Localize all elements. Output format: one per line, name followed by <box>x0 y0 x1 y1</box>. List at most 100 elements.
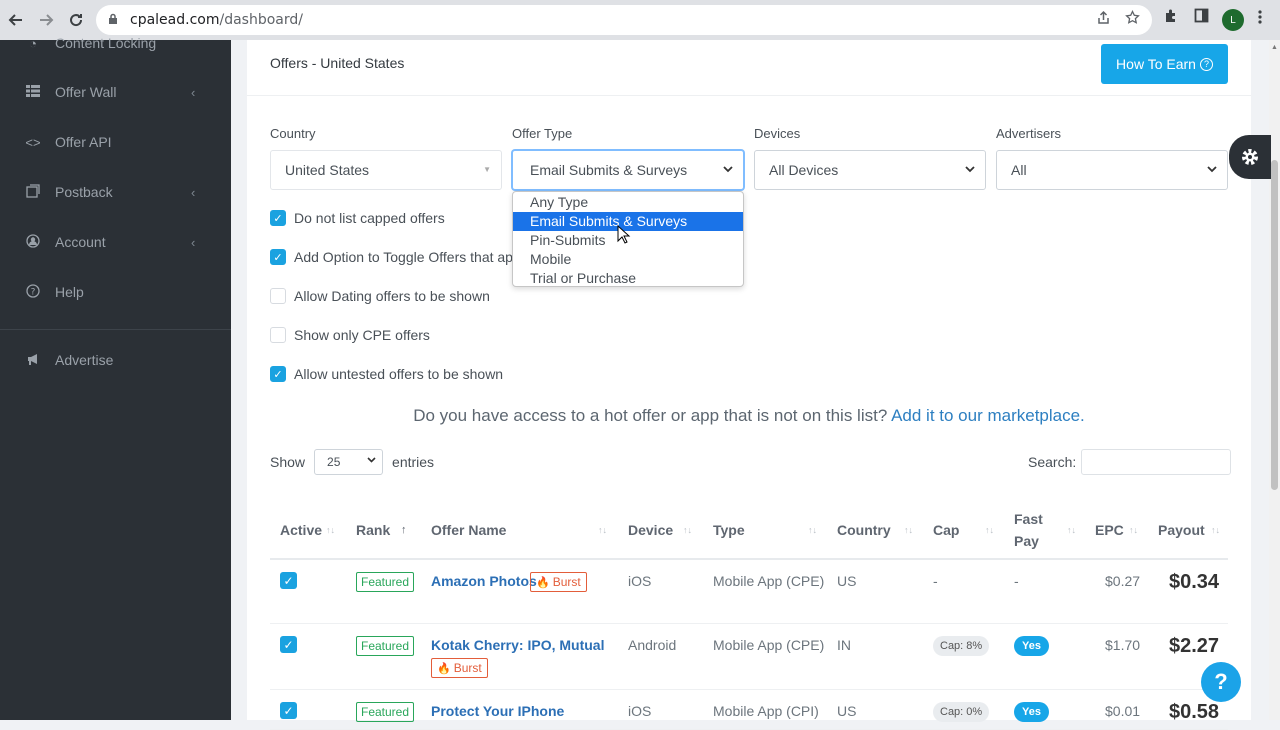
advertisers-select[interactable]: All <box>996 150 1228 190</box>
col-fast-pay[interactable]: Fast Pay <box>1014 502 1043 558</box>
address-bar[interactable]: cpalead.com/dashboard/ <box>96 5 1152 35</box>
col-cap[interactable]: Cap <box>933 502 959 558</box>
cap-badge: Cap: 0% <box>933 702 990 722</box>
checkbox-checked[interactable]: ✓ <box>270 366 286 382</box>
offer-name-link[interactable]: Protect Your IPhone <box>431 703 564 719</box>
offer-name-link[interactable]: Kotak Cherry: IPO, Mutual <box>431 637 604 653</box>
device-cell: iOS <box>628 703 652 719</box>
col-device[interactable]: Device <box>628 502 673 558</box>
extensions-puzzle-icon[interactable] <box>1163 8 1179 29</box>
col-payout[interactable]: Payout <box>1158 502 1205 558</box>
sidebar-item-content-locking[interactable]: ◔ Content Locking <box>0 23 231 63</box>
user-icon <box>25 233 41 251</box>
country-label: Country <box>270 126 316 141</box>
col-type[interactable]: Type <box>713 502 745 558</box>
bookmark-star-icon[interactable] <box>1125 9 1140 30</box>
sidebar-item-offer-api[interactable]: <> Offer API <box>0 122 231 162</box>
sidebar-item-account[interactable]: Account ‹ <box>0 222 231 262</box>
mouse-cursor-icon <box>617 224 631 250</box>
option-any-type[interactable]: Any Type <box>513 193 743 212</box>
checkbox-unchecked[interactable] <box>270 327 286 343</box>
settings-gear-icon[interactable] <box>1229 135 1271 179</box>
option-cpe-only[interactable]: Show only CPE offers <box>270 325 430 345</box>
offer-type-select[interactable]: Email Submits & Surveys <box>512 150 744 190</box>
option-no-capped[interactable]: ✓ Do not list capped offers <box>270 208 445 228</box>
how-to-earn-button[interactable]: How To Earn ? <box>1101 44 1228 84</box>
question-circle-icon: ? <box>1199 57 1213 71</box>
browser-menu-icon[interactable] <box>1258 9 1262 30</box>
cap-cell: - <box>933 573 938 589</box>
sidebar-item-postback[interactable]: Postback ‹ <box>0 172 231 212</box>
list-icon <box>25 84 41 100</box>
flame-icon: 🔥 <box>536 576 550 589</box>
marketplace-link[interactable]: Add it to our marketplace. <box>891 406 1085 425</box>
scroll-up-arrow-icon[interactable]: ▲ <box>1271 44 1278 51</box>
entries-length-control: Show 25 entries <box>270 449 434 475</box>
fast-pay-cell: - <box>1014 573 1019 589</box>
chevron-down-icon <box>723 162 733 176</box>
col-epc[interactable]: EPC <box>1095 502 1124 558</box>
country-cell: US <box>837 573 857 589</box>
checkbox-checked[interactable]: ✓ <box>270 249 286 265</box>
checkbox-checked[interactable]: ✓ <box>270 210 286 226</box>
sort-icon: ↑↓ <box>598 525 607 535</box>
row-active-checkbox[interactable]: ✓ <box>280 702 297 719</box>
col-offer-name[interactable]: Offer Name <box>431 502 506 558</box>
devices-label: Devices <box>754 126 801 141</box>
profile-avatar[interactable]: L <box>1222 9 1244 31</box>
entries-select[interactable]: 25 <box>314 449 384 475</box>
payout-cell: $0.34 <box>1169 571 1220 593</box>
checkbox-unchecked[interactable] <box>270 288 286 304</box>
devices-select[interactable]: All Devices <box>754 150 986 190</box>
device-cell: iOS <box>628 573 652 589</box>
show-label: Show <box>270 454 306 470</box>
col-active[interactable]: Active <box>280 502 322 558</box>
side-panel-icon[interactable] <box>1194 8 1209 28</box>
svg-text:?: ? <box>31 287 36 297</box>
help-chat-button[interactable]: ? <box>1201 662 1241 702</box>
chevron-down-icon <box>965 162 975 176</box>
search-label: Search: <box>1028 454 1077 470</box>
sort-icon: ↑↓ <box>985 525 994 535</box>
sort-icon: ↑↓ <box>326 525 335 535</box>
share-icon[interactable] <box>1096 10 1111 30</box>
type-cell: Mobile App (CPE) <box>713 637 825 653</box>
option-label: Show only CPE offers <box>294 327 430 343</box>
row-active-checkbox[interactable]: ✓ <box>280 636 297 653</box>
featured-badge: Featured <box>356 636 415 656</box>
table-row: ✓ Featured Protect Your IPhone iOS Mobil… <box>270 690 1228 730</box>
megaphone-icon <box>25 352 41 369</box>
sidebar-item-label: Content Locking <box>55 35 157 51</box>
table-row: ✓ Featured Amazon Photos 🔥 Burst iOS Mobi… <box>270 560 1228 624</box>
payout-cell: $0.58 <box>1169 701 1220 723</box>
chevron-left-icon: ‹ <box>191 84 196 100</box>
offer-name-link[interactable]: Amazon Photos <box>431 573 537 589</box>
row-active-checkbox[interactable]: ✓ <box>280 572 297 589</box>
marketplace-text: Do you have access to a hot offer or app… <box>413 406 888 425</box>
option-label: Add Option to Toggle Offers that app <box>294 249 521 265</box>
sidebar-item-help[interactable]: ? Help <box>0 272 231 312</box>
featured-badge: Featured <box>356 702 415 722</box>
option-mobile[interactable]: Mobile <box>513 250 743 269</box>
option-toggle-offers[interactable]: ✓ Add Option to Toggle Offers that app <box>270 247 521 267</box>
fast-pay-yes-badge: Yes <box>1014 636 1049 656</box>
option-dating-offers[interactable]: Allow Dating offers to be shown <box>270 286 490 306</box>
scrollbar-thumb[interactable] <box>1271 160 1278 490</box>
offer-type-select-value: Email Submits & Surveys <box>530 162 688 178</box>
chevron-down-icon <box>1207 162 1217 176</box>
option-untested-offers[interactable]: ✓ Allow untested offers to be shown <box>270 364 503 384</box>
marketplace-prompt: Do you have access to a hot offer or app… <box>247 406 1251 426</box>
option-trial-or-purchase[interactable]: Trial or Purchase <box>513 269 743 288</box>
chevron-down-icon <box>367 455 376 466</box>
featured-badge: Featured <box>356 572 415 592</box>
chevron-left-icon: ‹ <box>191 234 196 250</box>
col-country[interactable]: Country <box>837 502 891 558</box>
advertisers-label: Advertisers <box>996 126 1062 141</box>
col-rank[interactable]: Rank <box>356 502 390 558</box>
sort-icon: ↑↓ <box>808 525 817 535</box>
search-input[interactable] <box>1081 449 1232 475</box>
epc-cell: $1.70 <box>1105 637 1141 653</box>
sidebar-item-offer-wall[interactable]: Offer Wall ‹ <box>0 72 231 112</box>
country-select[interactable]: United States ▼ <box>270 150 502 190</box>
sidebar-item-advertise[interactable]: Advertise <box>0 340 231 380</box>
